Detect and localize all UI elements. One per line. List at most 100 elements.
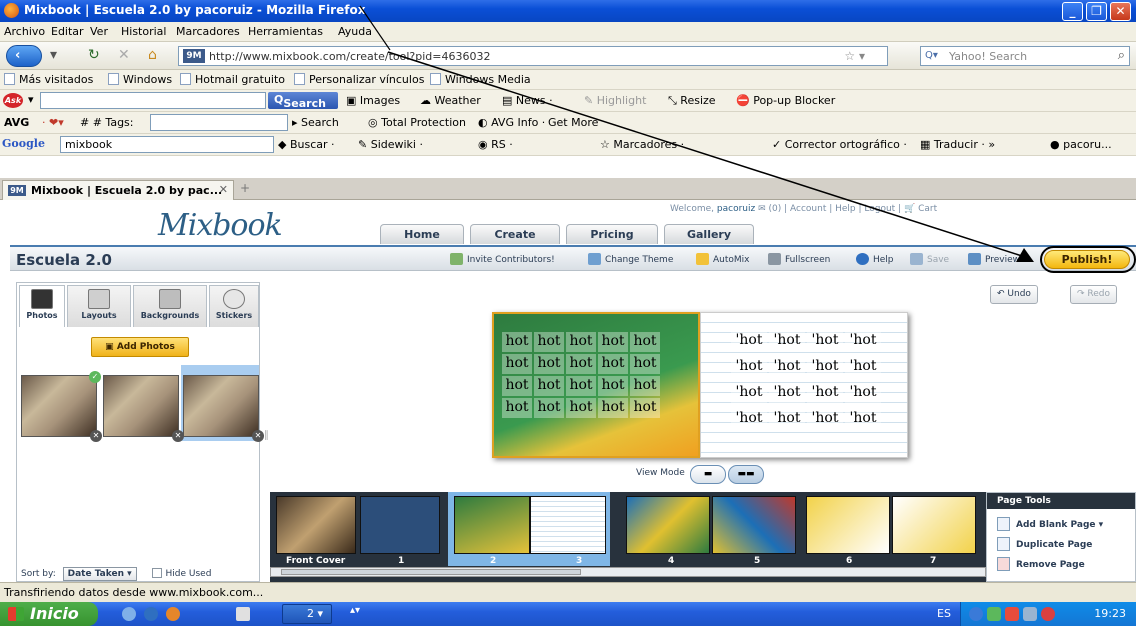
- photo-slot[interactable]: hot: [566, 332, 596, 352]
- welcome-user[interactable]: pacoruiz: [717, 204, 755, 214]
- quicklaunch-icon[interactable]: [144, 607, 158, 621]
- google-rs[interactable]: ◉ RS ·: [478, 138, 513, 151]
- photo-slot[interactable]: hot: [630, 398, 660, 418]
- preview-button[interactable]: Preview: [968, 253, 1020, 265]
- photo-slot[interactable]: hot: [630, 376, 660, 396]
- page-thumbnail-front-cover[interactable]: [276, 496, 356, 554]
- nav-pricing[interactable]: Pricing: [566, 224, 658, 244]
- quicklaunch-icon[interactable]: [236, 607, 250, 621]
- page-thumbnail-1[interactable]: [360, 496, 440, 554]
- tray-icon[interactable]: [1005, 607, 1019, 621]
- menu-ver[interactable]: Ver: [90, 25, 108, 38]
- photo-thumbnail[interactable]: ✓ ✕: [21, 371, 102, 442]
- page-thumbnail-6[interactable]: [806, 496, 890, 554]
- tab-layouts[interactable]: Layouts: [67, 285, 131, 327]
- mixbook-logo[interactable]: Mixbook: [158, 208, 283, 243]
- google-traducir[interactable]: ▦ Traducir · »: [920, 138, 995, 151]
- new-tab-button[interactable]: +: [240, 181, 250, 195]
- ask-dropdown-icon[interactable]: ▾: [28, 93, 34, 106]
- help-button[interactable]: Help: [856, 253, 894, 265]
- avg-get-more[interactable]: Get More: [548, 116, 598, 129]
- duplicate-page-button[interactable]: Duplicate Page: [997, 537, 1092, 551]
- undo-button[interactable]: ↶ Undo: [990, 285, 1038, 304]
- bookmark-mas-visitados[interactable]: Más visitados: [4, 73, 93, 86]
- bookmark-windows-media[interactable]: Windows Media: [430, 73, 531, 86]
- automix-button[interactable]: AutoMix: [696, 253, 750, 265]
- photo-slot[interactable]: 'hot: [731, 383, 767, 403]
- bookmark-personalizar[interactable]: Personalizar vínculos: [294, 73, 424, 86]
- photo-slot[interactable]: hot: [598, 376, 628, 396]
- photo-slot[interactable]: 'hot: [731, 409, 767, 429]
- add-blank-page-button[interactable]: Add Blank Page ▾: [997, 517, 1103, 531]
- publish-button[interactable]: Publish!: [1044, 250, 1130, 269]
- inbox-count[interactable]: (0): [769, 204, 782, 214]
- nav-home[interactable]: Home: [380, 224, 464, 244]
- quicklaunch-icon[interactable]: [122, 607, 136, 621]
- right-page[interactable]: 'hot'hot'hot'hot 'hot'hot'hot'hot 'hot'h…: [700, 312, 908, 458]
- bookmark-star-icon[interactable]: ☆ ▾: [844, 49, 865, 63]
- photo-slot[interactable]: 'hot: [769, 409, 805, 429]
- menu-editar[interactable]: Editar: [51, 25, 84, 38]
- google-query[interactable]: mixbook: [65, 138, 112, 151]
- close-button[interactable]: ✕: [1110, 2, 1131, 21]
- tray-icon[interactable]: [987, 607, 1001, 621]
- change-theme-button[interactable]: Change Theme: [588, 253, 673, 265]
- ask-news[interactable]: ▤ News ·: [502, 94, 553, 107]
- photo-slot[interactable]: hot: [630, 354, 660, 374]
- tab-backgrounds[interactable]: Backgrounds: [133, 285, 207, 327]
- google-marcadores[interactable]: ☆ Marcadores ·: [600, 138, 684, 151]
- search-bar[interactable]: Q▾ Yahoo! Search ⌕: [920, 46, 1130, 66]
- avg-search[interactable]: ▸ Search: [292, 116, 339, 129]
- photo-slot[interactable]: hot: [598, 354, 628, 374]
- single-page-view-button[interactable]: ▬: [690, 465, 726, 484]
- photo-slot[interactable]: 'hot: [731, 357, 767, 377]
- page-thumbnail-2[interactable]: [454, 496, 530, 554]
- menu-archivo[interactable]: Archivo: [4, 25, 45, 38]
- photo-slot[interactable]: hot: [566, 354, 596, 374]
- ask-weather[interactable]: ☁ Weather: [420, 94, 481, 107]
- filmstrip-scroll-thumb[interactable]: [281, 569, 581, 575]
- language-indicator[interactable]: ES: [937, 607, 951, 620]
- taskbar-firefox-group[interactable]: 2 ▾: [282, 604, 332, 624]
- fullscreen-button[interactable]: Fullscreen: [768, 253, 830, 265]
- photo-slot[interactable]: hot: [598, 398, 628, 418]
- tab-mixbook[interactable]: 9M Mixbook | Escuela 2.0 by pac... ✕: [2, 180, 234, 200]
- panel-resize-handle[interactable]: ∥: [264, 430, 269, 441]
- quicklaunch-icon[interactable]: [166, 607, 180, 621]
- search-placeholder[interactable]: Yahoo! Search: [949, 50, 1027, 63]
- avg-tags-icon[interactable]: · ❤▾: [42, 116, 64, 129]
- photo-slot[interactable]: 'hot: [807, 357, 843, 377]
- photo-slot[interactable]: hot: [502, 332, 532, 352]
- photo-slot[interactable]: hot: [534, 354, 564, 374]
- redo-button[interactable]: ↷ Redo: [1070, 285, 1118, 304]
- photo-slot[interactable]: hot: [534, 332, 564, 352]
- photo-slot[interactable]: hot: [534, 376, 564, 396]
- forward-dropdown-icon[interactable]: ▾: [50, 47, 57, 63]
- avg-total-protection[interactable]: ◎ Total Protection: [368, 116, 466, 129]
- stop-icon[interactable]: ✕: [118, 47, 130, 63]
- filmstrip-scrollbar[interactable]: [270, 567, 986, 577]
- menu-marcadores[interactable]: Marcadores: [176, 25, 240, 38]
- photo-slot[interactable]: hot: [630, 332, 660, 352]
- tab-close-icon[interactable]: ✕: [219, 183, 228, 196]
- cart-icon[interactable]: 🛒: [904, 204, 915, 214]
- photo-slot[interactable]: 'hot: [769, 357, 805, 377]
- reload-icon[interactable]: ↻: [88, 47, 100, 63]
- book-spread[interactable]: hot hot hot hot hot hot hot hot hot hot hot hot ho…: [492, 312, 908, 458]
- photo-slot[interactable]: 'hot: [769, 383, 805, 403]
- ask-logo[interactable]: Ask: [3, 93, 23, 108]
- tab-stickers[interactable]: Stickers: [209, 285, 259, 327]
- menu-herramientas[interactable]: Herramientas: [248, 25, 323, 38]
- avg-info[interactable]: ◐ AVG Info ·: [478, 116, 545, 129]
- spread-view-button[interactable]: ▬▬: [728, 465, 764, 484]
- google-user[interactable]: ● pacoru...: [1050, 138, 1112, 151]
- minimize-button[interactable]: _: [1062, 2, 1083, 21]
- photo-slot[interactable]: 'hot: [807, 383, 843, 403]
- add-photos-button[interactable]: ▣ Add Photos: [91, 337, 189, 357]
- google-search-input[interactable]: mixbook: [60, 136, 274, 153]
- photo-slot[interactable]: hot: [534, 398, 564, 418]
- ask-highlight[interactable]: ✎ Highlight: [584, 94, 646, 107]
- account-links[interactable]: | Account | Help | Logout |: [784, 204, 901, 214]
- photo-slot[interactable]: 'hot: [807, 331, 843, 351]
- remove-photo-icon[interactable]: ✕: [90, 430, 102, 442]
